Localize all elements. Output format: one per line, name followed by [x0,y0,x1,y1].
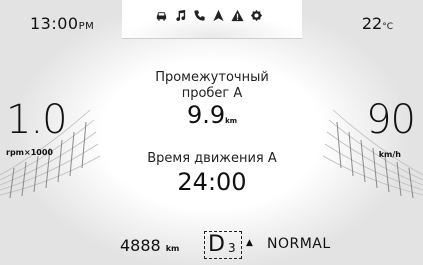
indicator-icons [155,9,263,23]
odometer-value: 4888 [120,236,161,255]
speed-unit: km/h [378,150,401,159]
clock: 13:00PM [30,14,94,33]
top-status-bar: 13:00PM 22°C [0,0,423,42]
gear-up-arrow-icon: ▲ [246,238,253,248]
drive-time-value: 24:00 [177,168,247,196]
phone-icon [193,9,206,23]
trip-info-panel: Промежуточный пробег A 9.9km Время движе… [112,70,312,195]
odometer-unit: km [165,244,180,253]
clock-suffix: PM [78,21,95,32]
warning-triangle-icon [231,9,244,23]
trip-label-line1: Промежуточный [155,70,269,85]
temperature-value: 22 [361,14,383,33]
outside-temperature: 22°C [362,14,393,33]
music-note-icon [174,9,187,23]
odometer: 4888 km [120,236,179,255]
bottom-status-bar: 4888 km D 3 ▲ NORMAL [0,226,423,264]
gear-letter: D [208,232,225,257]
trip-distance-value: 9.9 [186,101,226,129]
settings-gear-icon [250,9,263,23]
gear-number: 3 [228,241,236,255]
trip-distance: 9.9km [112,102,312,134]
rpm-value: 1.0 [6,97,68,143]
car-icon [155,9,168,23]
instrument-cluster: 13:00PM 22°C 1.0 rpm×1000 90 km/h Промеж… [0,0,423,265]
rpm-unit: rpm×1000 [6,148,53,157]
clock-time: 13:00 [30,14,79,33]
gear-indicator: D 3 [204,231,242,259]
drive-time-label: Время движения A [147,151,277,166]
speed-value: 90 [366,97,416,143]
temperature-unit: °C [382,22,393,32]
trip-label-line2: пробег A [181,86,243,101]
trip-distance-unit: km [225,117,238,125]
navigation-arrow-icon [212,9,225,23]
drive-mode: NORMAL [267,236,331,252]
